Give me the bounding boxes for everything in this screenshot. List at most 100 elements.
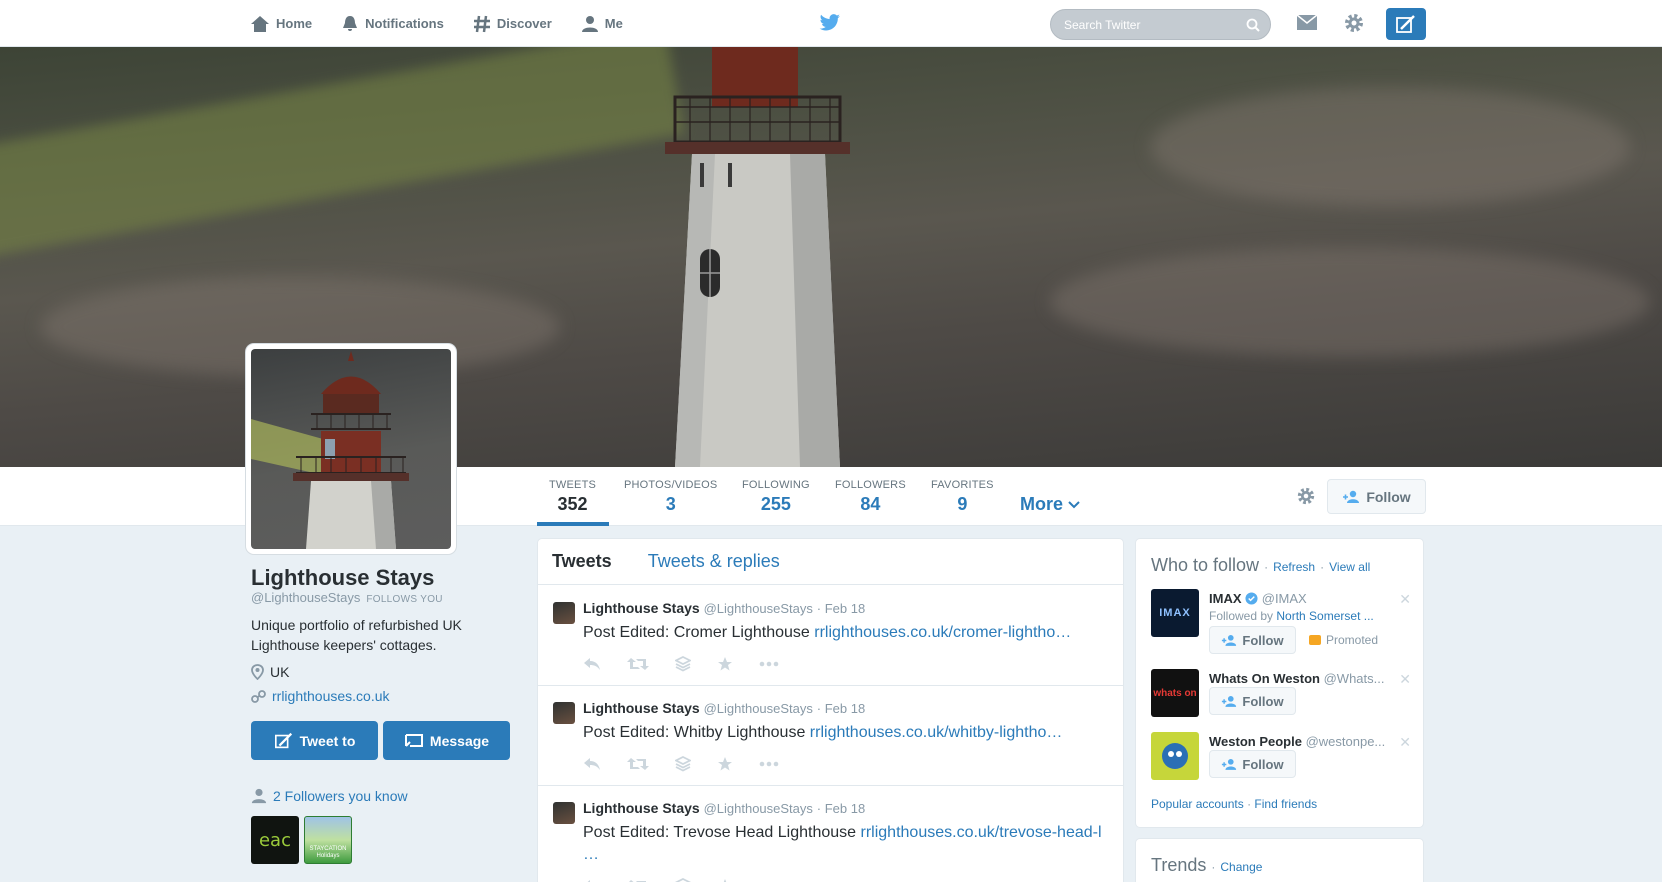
favorite-star-icon[interactable]: [717, 878, 733, 882]
who-to-follow-module: Who to follow · Refresh · View all IMAX …: [1135, 538, 1424, 828]
dismiss-icon[interactable]: ✕: [1399, 591, 1411, 608]
nav-me[interactable]: Me: [581, 0, 623, 47]
favorite-star-icon[interactable]: [717, 756, 733, 772]
suggestion-handle[interactable]: @westonpe...: [1306, 734, 1386, 749]
retweet-icon[interactable]: [627, 757, 649, 771]
tweet-link[interactable]: rrlighthouses.co.uk/cromer-lightho…: [814, 624, 1071, 641]
profile-website[interactable]: rrlighthouses.co.uk: [251, 688, 390, 704]
stack-icon[interactable]: [675, 756, 691, 772]
reply-icon[interactable]: [583, 757, 601, 771]
website-link[interactable]: rrlighthouses.co.uk: [272, 688, 390, 704]
twitter-bird-icon[interactable]: [819, 14, 841, 35]
change-trends-link[interactable]: Change: [1220, 860, 1262, 874]
compose-tweet-button[interactable]: [1386, 8, 1426, 40]
stack-icon[interactable]: [675, 878, 691, 882]
stack-icon[interactable]: [675, 656, 691, 672]
tweet-author-name[interactable]: Lighthouse Stays: [583, 800, 700, 816]
nav-home-label: Home: [276, 16, 313, 31]
profile-avatar[interactable]: [246, 344, 456, 554]
tweet-date[interactable]: · Feb 18: [817, 701, 865, 716]
avatar-lighthouse-illustration: [251, 351, 409, 549]
tweet-date[interactable]: · Feb 18: [817, 601, 865, 616]
tweet-timeline: Tweets Tweets & replies Lighthouse Stays…: [537, 538, 1124, 882]
message-button[interactable]: Message: [383, 721, 510, 760]
search-input[interactable]: Search Twitter: [1050, 9, 1271, 40]
stat-photos-videos[interactable]: PHOTOS/VIDEOS 3: [624, 479, 717, 515]
nav-discover[interactable]: Discover: [473, 0, 552, 47]
suggestion-name[interactable]: IMAX: [1209, 591, 1242, 606]
followers-you-know[interactable]: 2 Followers you know: [251, 788, 408, 804]
tweet-item[interactable]: Lighthouse Stays @LighthouseStays · Feb …: [538, 786, 1123, 882]
follow-user-icon: [1222, 758, 1237, 770]
tweet-avatar[interactable]: [553, 602, 575, 624]
who-to-follow-header: Who to follow · Refresh · View all: [1151, 555, 1370, 576]
suggestion-name[interactable]: Weston People: [1209, 734, 1302, 749]
nav-home[interactable]: Home: [250, 0, 312, 47]
more-options-icon[interactable]: [759, 661, 779, 667]
follow-label: Follow: [1242, 632, 1284, 648]
refresh-link[interactable]: Refresh: [1273, 560, 1315, 574]
profile-settings-gear-icon[interactable]: [1296, 486, 1316, 509]
tab-tweets[interactable]: Tweets: [552, 551, 612, 572]
suggestion-follow-button[interactable]: Follow: [1209, 687, 1296, 715]
followed-by-link[interactable]: North Somerset ...: [1276, 609, 1373, 623]
suggestion-handle[interactable]: @Whats...: [1324, 671, 1385, 686]
reply-icon[interactable]: [583, 657, 601, 671]
tweet-item[interactable]: Lighthouse Stays @LighthouseStays · Feb …: [538, 686, 1123, 786]
view-all-link[interactable]: View all: [1329, 560, 1370, 574]
search-icon[interactable]: [1246, 18, 1260, 32]
tweet-link[interactable]: rrlighthouses.co.uk/whitby-lightho…: [810, 724, 1063, 741]
who-to-follow-title: Who to follow: [1151, 555, 1260, 575]
tweet-avatar[interactable]: [553, 802, 575, 824]
popular-accounts-link[interactable]: Popular accounts: [1151, 797, 1244, 811]
more-label: More: [1020, 494, 1064, 514]
stat-favorites[interactable]: FAVORITES 9: [931, 479, 994, 515]
tweet-item[interactable]: Lighthouse Stays @LighthouseStays · Feb …: [538, 586, 1123, 686]
stat-tweets[interactable]: TWEETS 352: [549, 479, 596, 515]
light-beam: [0, 47, 685, 259]
separator-dot: ·: [1320, 560, 1325, 574]
follow-user-icon: [1222, 634, 1237, 646]
dismiss-icon[interactable]: ✕: [1399, 734, 1411, 751]
suggestion-follow-button[interactable]: Follow: [1209, 626, 1296, 654]
more-dropdown[interactable]: More: [1020, 494, 1080, 515]
suggestion-context: Followed by North Somerset ...: [1209, 609, 1374, 623]
tweet-date[interactable]: · Feb 18: [817, 801, 865, 816]
nav-notifications[interactable]: Notifications: [341, 0, 444, 47]
tweet-author-handle[interactable]: @LighthouseStays: [704, 801, 813, 816]
profile-handle[interactable]: @LighthouseStays: [251, 590, 360, 605]
chevron-down-icon: [1068, 501, 1080, 509]
tweet-body: Post Edited: Trevose Head Lighthouse: [583, 824, 861, 841]
known-follower-avatar-text: eac: [258, 829, 291, 851]
tweet-to-button[interactable]: Tweet to: [251, 721, 378, 760]
tweet-text: Post Edited: Trevose Head Lighthouse rrl…: [583, 822, 1108, 866]
suggestion-name[interactable]: Whats On Weston: [1209, 671, 1320, 686]
tweet-author-handle[interactable]: @LighthouseStays: [704, 601, 813, 616]
find-friends-link[interactable]: Find friends: [1254, 797, 1317, 811]
suggestion-follow-button[interactable]: Follow: [1209, 750, 1296, 778]
settings-gear-icon[interactable]: [1343, 12, 1365, 37]
tweet-avatar[interactable]: [553, 702, 575, 724]
stat-following[interactable]: FOLLOWING 255: [742, 479, 810, 515]
retweet-icon[interactable]: [627, 657, 649, 671]
suggestion-handle[interactable]: @IMAX: [1262, 591, 1307, 606]
tweet-author-name[interactable]: Lighthouse Stays: [583, 600, 700, 616]
more-options-icon[interactable]: [759, 761, 779, 767]
stat-followers[interactable]: FOLLOWERS 84: [835, 479, 906, 515]
tab-tweets-and-replies[interactable]: Tweets & replies: [648, 551, 780, 572]
favorite-star-icon[interactable]: [717, 656, 733, 672]
link-icon: [251, 689, 266, 703]
dismiss-icon[interactable]: ✕: [1399, 671, 1411, 688]
suggestion-avatar[interactable]: [1151, 732, 1199, 780]
quill-icon: [1396, 15, 1415, 33]
tweet-author-name[interactable]: Lighthouse Stays: [583, 700, 700, 716]
suggestion-avatar[interactable]: IMAX: [1151, 589, 1199, 637]
suggestion-name-row: Weston People @westonpe...: [1209, 734, 1399, 749]
tweet-author-handle[interactable]: @LighthouseStays: [704, 701, 813, 716]
direct-messages-icon[interactable]: [1296, 14, 1318, 35]
location-pin-icon: [251, 664, 264, 680]
suggestion-avatar[interactable]: whats on: [1151, 669, 1199, 717]
known-follower-avatar[interactable]: eac: [251, 816, 299, 864]
follow-button[interactable]: Follow: [1327, 479, 1426, 514]
known-follower-avatar[interactable]: STAYCATION Holidays: [304, 816, 352, 864]
